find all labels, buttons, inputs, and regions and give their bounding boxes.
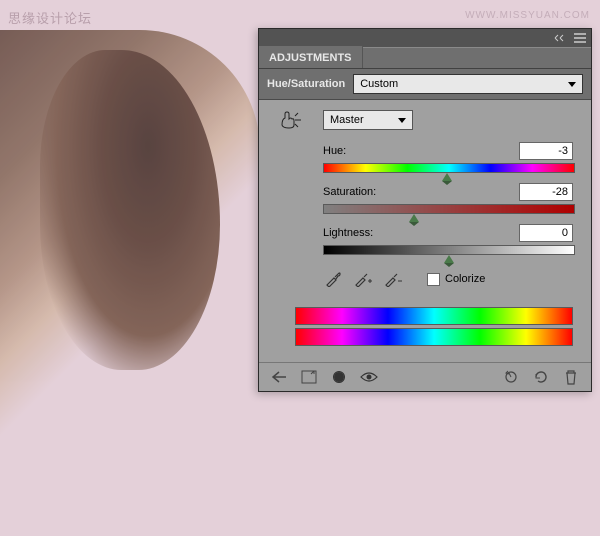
lightness-label: Lightness: [323,227,373,239]
watermark-right: WWW.MISSYUAN.COM [465,10,590,21]
targeted-adjustment-icon[interactable] [279,110,305,130]
tab-adjustments[interactable]: ADJUSTMENTS [259,46,363,68]
spectrum-output [295,328,573,346]
chevron-down-icon [568,82,576,87]
eyedropper-row: Colorize [275,269,575,289]
reset-icon[interactable] [531,368,551,386]
watermark-left: 思缘设计论坛 [8,8,92,27]
hue-input[interactable] [519,142,573,160]
adjustment-header: Hue/Saturation Custom [259,69,591,100]
saturation-slider-handle[interactable] [409,214,419,222]
saturation-label: Saturation: [323,186,376,198]
colorize-label: Colorize [445,273,485,285]
channel-row: Master [275,110,575,130]
adjustments-panel: ADJUSTMENTS Hue/Saturation Custom Master… [258,28,592,392]
menu-icon[interactable] [573,33,587,43]
eyedropper-add-icon[interactable] [353,269,373,289]
preset-dropdown[interactable]: Custom [353,74,583,94]
expand-icon[interactable] [299,368,319,386]
hue-slider-block: Hue: [275,142,575,173]
checkbox-icon [427,273,440,286]
spectrum-bars [275,307,575,346]
hue-label: Hue: [323,145,346,157]
collapse-icon[interactable] [553,33,567,43]
previous-state-icon[interactable] [501,368,521,386]
adjustment-type-label: Hue/Saturation [267,78,345,90]
panel-titlebar [259,29,591,47]
clip-icon[interactable] [329,368,349,386]
hue-slider-handle[interactable] [442,173,452,181]
eyedropper-icon[interactable] [323,269,343,289]
lightness-input[interactable] [519,224,573,242]
spectrum-input [295,307,573,325]
lightness-slider-handle[interactable] [444,255,454,263]
eyedropper-subtract-icon[interactable] [383,269,403,289]
saturation-input[interactable] [519,183,573,201]
saturation-slider-block: Saturation: [275,183,575,214]
panel-footer [259,362,591,391]
channel-dropdown[interactable]: Master [323,110,413,130]
lightness-slider-block: Lightness: [275,224,575,255]
back-icon[interactable] [269,368,289,386]
saturation-slider[interactable] [323,204,575,214]
background-photo [0,30,260,510]
panel-body: Master Hue: Saturation: Ligh [259,100,591,362]
trash-icon[interactable] [561,368,581,386]
channel-value: Master [330,114,364,126]
chevron-down-icon [398,118,406,123]
hue-slider[interactable] [323,163,575,173]
lightness-slider[interactable] [323,245,575,255]
tab-bar: ADJUSTMENTS [259,47,591,69]
colorize-checkbox[interactable]: Colorize [427,273,485,286]
preset-value: Custom [360,78,398,90]
visibility-icon[interactable] [359,368,379,386]
